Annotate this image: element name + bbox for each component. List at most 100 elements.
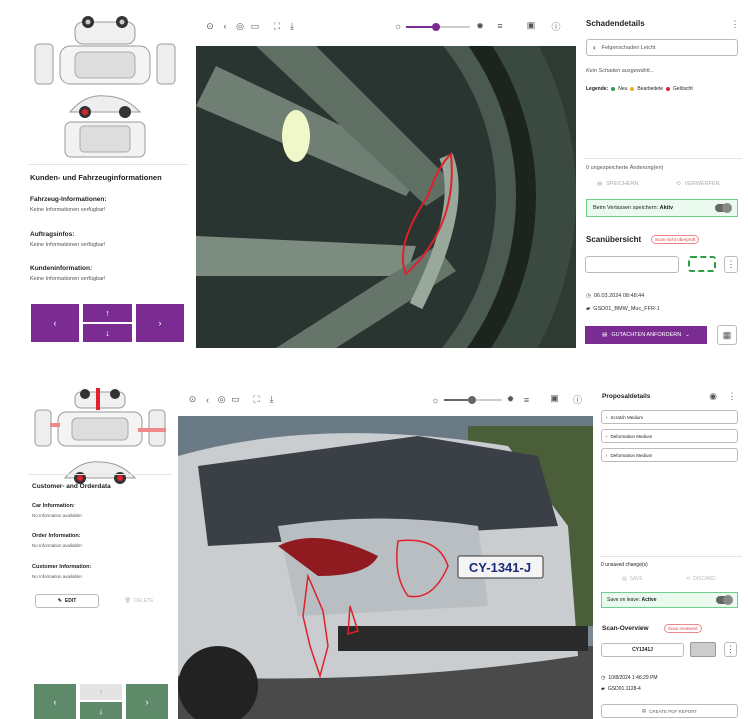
- overview-chip: Scan nicht überprüft: [651, 235, 700, 244]
- section-title: Customer- and Orderdata: [32, 483, 111, 490]
- comment-icon[interactable]: ▣: [548, 392, 561, 405]
- unsaved-text: 0 ungespeicherte Änderung(en): [586, 165, 664, 171]
- panel-title: Schadendetails: [586, 19, 645, 28]
- edit-button[interactable]: ✎ EDIT: [35, 594, 99, 608]
- discard-button[interactable]: ⟲ DISCARD: [686, 576, 716, 582]
- adjust-icon[interactable]: ≡: [521, 394, 532, 405]
- timestamp: ◷ 10/8/2024 1:46:29 PM: [601, 675, 658, 681]
- proposal-item-3[interactable]: ‹ Deformation Medium: [601, 448, 738, 462]
- no-damage-text: Kein Schaden ausgewählt...: [586, 68, 655, 74]
- top-screen: Kunden- und Fahrzeuginformationen Fahrze…: [0, 0, 748, 355]
- download-icon[interactable]: ⤓: [286, 20, 298, 32]
- discard-icon: ⟲: [676, 181, 681, 187]
- more-icon[interactable]: ⋮: [727, 391, 737, 402]
- request-report-button[interactable]: ▤ GUTACHTEN ANFORDERN ⌄: [585, 326, 707, 344]
- customer-info-label: Customer Information:: [32, 564, 92, 570]
- share-icon[interactable]: ‹: [202, 394, 213, 405]
- divider: [28, 164, 188, 165]
- rotate-icon[interactable]: ⊙: [204, 20, 216, 32]
- share-icon[interactable]: ‹: [219, 20, 231, 32]
- scan-search-input[interactable]: [585, 256, 679, 273]
- order-info-label: Auftragsinfos:: [30, 231, 75, 238]
- scan-image[interactable]: [196, 46, 576, 348]
- device: ▰ GSD01.1128-4: [601, 686, 641, 692]
- save-button[interactable]: ▤ SAVE: [622, 576, 643, 582]
- save-button[interactable]: ▤ SPEICHERN: [597, 181, 638, 187]
- car-icon: ▰: [601, 686, 605, 692]
- calculator-icon[interactable]: ▦: [717, 325, 737, 345]
- damage-icon: ‹: [593, 43, 596, 52]
- frame-icon[interactable]: ▭: [230, 394, 241, 405]
- scan-thumbnail[interactable]: [688, 256, 716, 272]
- customer-info-value: No Information available!: [32, 574, 82, 579]
- nav-left-button[interactable]: ‹: [34, 684, 76, 719]
- trash-icon: 🗑: [124, 598, 131, 604]
- section-title: Kunden- und Fahrzeuginformationen: [30, 173, 162, 182]
- create-pdf-report-button[interactable]: ▤ CREATE PDF REPORT: [601, 704, 738, 718]
- damage-item[interactable]: ‹ Felgenschaden Leicht: [586, 39, 738, 56]
- target-icon[interactable]: ◎: [216, 394, 227, 405]
- bottom-screen: Customer- and Orderdata Car Information:…: [0, 370, 748, 719]
- nav-left-button[interactable]: ‹: [31, 304, 79, 342]
- rotate-icon[interactable]: ⊙: [187, 394, 198, 405]
- info-icon[interactable]: ⓘ: [572, 394, 583, 405]
- brightness-slider[interactable]: [444, 396, 502, 404]
- overview-title: Scan-Overview: [602, 625, 649, 632]
- legend-dot-edited: [630, 87, 635, 91]
- nav-up-button[interactable]: ↑: [83, 304, 132, 322]
- scan-image[interactable]: CY-1341-J: [178, 416, 593, 719]
- order-info-value: Keine Informationen verfügbar!: [30, 242, 106, 248]
- comment-icon[interactable]: ▣: [524, 18, 538, 32]
- delete-button[interactable]: 🗑 DELETE: [115, 594, 163, 608]
- vehicle-diagram[interactable]: [30, 388, 170, 488]
- pencil-icon: ✎: [57, 598, 62, 604]
- autosave-box: Save on leave: Active: [601, 592, 738, 608]
- nav-up-button[interactable]: ↑: [80, 684, 122, 700]
- scan-plate-field[interactable]: CY1341J: [601, 643, 684, 657]
- fullscreen-icon[interactable]: ⛶: [271, 20, 283, 32]
- license-plate-text: CY-1341-J: [469, 560, 531, 575]
- divider: [600, 556, 742, 557]
- frame-icon[interactable]: ▭: [249, 20, 261, 32]
- nav-down-button[interactable]: ↓: [83, 324, 132, 342]
- more-icon[interactable]: ⋮: [724, 642, 737, 657]
- chevron-down-icon: ⌄: [685, 332, 690, 338]
- brightness-high-icon: ✹: [506, 394, 515, 404]
- eye-icon[interactable]: ◉: [708, 391, 718, 402]
- brightness-low-icon: ☼: [393, 21, 403, 31]
- clock-icon: ◷: [586, 293, 591, 299]
- brightness-low-icon: ☼: [431, 394, 440, 405]
- target-icon[interactable]: ◎: [234, 20, 246, 32]
- nav-right-button[interactable]: ›: [126, 684, 168, 719]
- info-icon[interactable]: ⓘ: [550, 20, 562, 32]
- more-icon[interactable]: ⋮: [730, 18, 740, 30]
- autosave-toggle[interactable]: [715, 203, 732, 213]
- more-icon[interactable]: ⋮: [724, 256, 738, 273]
- timestamp: ◷ 06.03.2024 08:48:44: [586, 293, 645, 299]
- scan-thumbnail[interactable]: [690, 642, 716, 657]
- proposal-item-1[interactable]: ‹ Scratch Medium: [601, 410, 738, 424]
- autosave-box: Beim Verlassen speichern: Aktiv: [586, 199, 738, 217]
- device: ▰ GSD01_BMW_Muc_FFR-1: [586, 306, 660, 312]
- damage-icon: ‹: [606, 433, 608, 439]
- proposal-item-2[interactable]: ‹ Deformation Medium: [601, 429, 738, 443]
- discard-button[interactable]: ⟲ VERWERFEN: [676, 181, 720, 187]
- download-icon[interactable]: ⤓: [266, 394, 277, 405]
- order-info-label: Order Information:: [32, 533, 81, 539]
- nav-down-button[interactable]: ↓: [80, 702, 122, 719]
- vehicle-diagram[interactable]: [30, 14, 180, 159]
- car-info-label: Fahrzeug-Informationen:: [30, 196, 107, 203]
- brightness-slider[interactable]: [406, 23, 470, 31]
- legend-dot-deleted: [666, 87, 670, 91]
- report-icon: ▤: [641, 708, 647, 713]
- customer-info-value: Keine Informationen verfügbar!: [30, 276, 106, 282]
- customer-info-label: Kundeninformation:: [30, 265, 93, 272]
- fullscreen-icon[interactable]: ⛶: [251, 394, 262, 405]
- nav-right-button[interactable]: ›: [136, 304, 184, 342]
- autosave-toggle[interactable]: [716, 595, 733, 605]
- car-info-label: Car Information:: [32, 503, 75, 509]
- unsaved-text: 0 unsaved change(s): [601, 562, 648, 568]
- overview-title: Scanübersicht: [586, 235, 642, 244]
- overview-chip: Scan reviewed: [664, 624, 702, 633]
- adjust-icon[interactable]: ≡: [494, 20, 506, 32]
